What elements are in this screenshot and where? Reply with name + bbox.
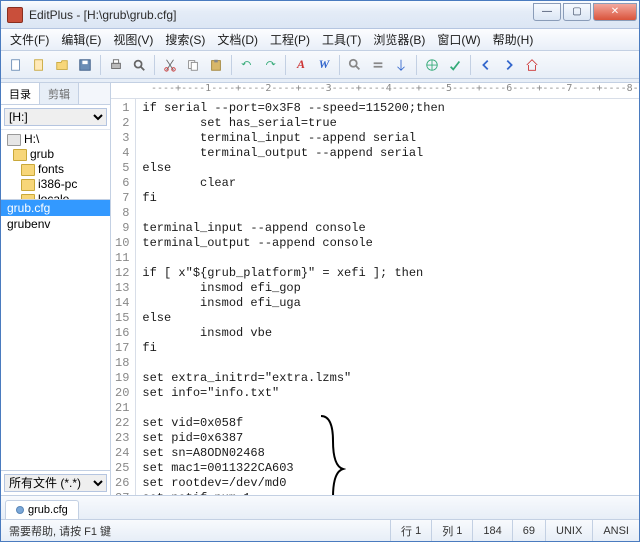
menu-edit[interactable]: 编辑(E) (56, 29, 106, 50)
app-window: EditPlus - [H:\grub\grub.cfg] — ▢ ✕ 文件(F… (0, 0, 640, 542)
replace-button[interactable] (367, 54, 389, 76)
directory-tree[interactable]: H:\ grub fonts i386-pc locale (1, 130, 110, 200)
menu-project[interactable]: 工程(P) (265, 29, 315, 50)
file-filter-select[interactable]: 所有文件 (*.*) (4, 474, 107, 492)
preview-button[interactable] (128, 54, 150, 76)
file-list[interactable]: grub.cfg grubenv (1, 200, 110, 470)
menu-help[interactable]: 帮助(H) (488, 29, 539, 50)
minimize-button[interactable]: — (533, 3, 561, 21)
document-tab-label: grub.cfg (28, 504, 68, 516)
sidebar: 目录 剪辑 [H:] H:\ grub fonts i386-pc locale… (1, 83, 111, 495)
menu-file[interactable]: 文件(F) (5, 29, 54, 50)
file-item-selected[interactable]: grub.cfg (1, 200, 110, 216)
file-item[interactable]: grubenv (1, 216, 110, 232)
sidebar-tabs: 目录 剪辑 (1, 83, 110, 105)
maximize-button[interactable]: ▢ (563, 3, 591, 21)
print-button[interactable] (105, 54, 127, 76)
code-area[interactable]: 1 2 3 4 5 6 7 8 9 10 11 12 13 14 15 16 1… (111, 99, 639, 495)
cut-button[interactable] (159, 54, 181, 76)
status-width: 69 (512, 520, 545, 541)
line-number-gutter: 1 2 3 4 5 6 7 8 9 10 11 12 13 14 15 16 1… (111, 99, 136, 495)
save-button[interactable] (74, 54, 96, 76)
drive-icon (7, 134, 21, 146)
folder-icon (21, 179, 35, 191)
doc-modified-icon (16, 506, 24, 514)
brace-annotation-icon (316, 414, 346, 495)
menu-tools[interactable]: 工具(T) (317, 29, 366, 50)
folder-icon (21, 164, 35, 176)
status-line: 行 1 (390, 520, 431, 541)
toolbar: A W (1, 51, 639, 79)
menu-window[interactable]: 窗口(W) (432, 29, 485, 50)
folder-icon (13, 149, 27, 161)
app-icon (7, 7, 23, 23)
goto-button[interactable] (390, 54, 412, 76)
copy-button[interactable] (182, 54, 204, 76)
status-help-text: 需要帮助, 请按 F1 键 (1, 523, 119, 539)
find-button[interactable] (344, 54, 366, 76)
close-button[interactable]: ✕ (593, 3, 637, 21)
undo-button[interactable] (236, 54, 258, 76)
menu-browser[interactable]: 浏览器(B) (368, 29, 430, 50)
sidebar-tab-directory[interactable]: 目录 (1, 83, 40, 104)
document-tabs: grub.cfg (1, 495, 639, 519)
new-file-button[interactable] (5, 54, 27, 76)
window-title: EditPlus - [H:\grub\grub.cfg] (29, 8, 533, 22)
menu-document[interactable]: 文档(D) (212, 29, 263, 50)
next-button[interactable] (498, 54, 520, 76)
browser-button[interactable] (421, 54, 443, 76)
redo-button[interactable] (259, 54, 281, 76)
menu-bar: 文件(F) 编辑(E) 视图(V) 搜索(S) 文档(D) 工程(P) 工具(T… (1, 29, 639, 51)
code-content[interactable]: if serial --port=0x3F8 --speed=115200;th… (136, 99, 639, 495)
home-button[interactable] (521, 54, 543, 76)
new-html-button[interactable] (28, 54, 50, 76)
word-wrap-button[interactable]: W (313, 54, 335, 76)
menu-search[interactable]: 搜索(S) (160, 29, 210, 50)
editor-pane: ----+----1----+----2----+----3----+----4… (111, 83, 639, 495)
title-bar[interactable]: EditPlus - [H:\grub\grub.cfg] — ▢ ✕ (1, 1, 639, 29)
menu-view[interactable]: 视图(V) (108, 29, 158, 50)
drive-select[interactable]: [H:] (4, 108, 107, 126)
status-total-lines: 184 (472, 520, 511, 541)
ruler: ----+----1----+----2----+----3----+----4… (111, 83, 639, 99)
status-bar: 需要帮助, 请按 F1 键 行 1 列 1 184 69 UNIX ANSI (1, 519, 639, 541)
open-button[interactable] (51, 54, 73, 76)
paste-button[interactable] (205, 54, 227, 76)
fx-button[interactable]: A (290, 54, 312, 76)
sidebar-tab-cliptext[interactable]: 剪辑 (40, 83, 79, 104)
status-col: 列 1 (431, 520, 472, 541)
main-area: 目录 剪辑 [H:] H:\ grub fonts i386-pc locale… (1, 83, 639, 495)
spellcheck-button[interactable] (444, 54, 466, 76)
document-tab-active[interactable]: grub.cfg (5, 500, 79, 519)
status-encoding: ANSI (592, 520, 639, 541)
status-lineend: UNIX (545, 520, 592, 541)
prev-button[interactable] (475, 54, 497, 76)
